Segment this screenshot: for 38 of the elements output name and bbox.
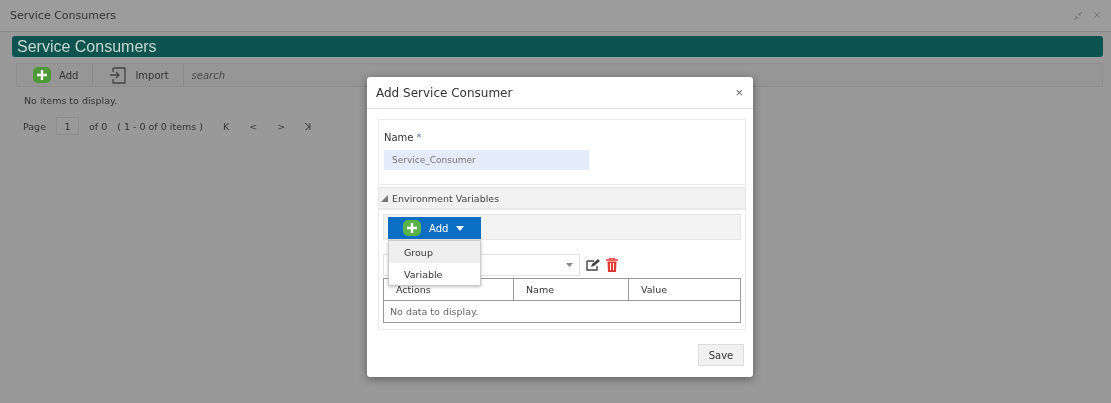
add-dropdown-button[interactable]: Add (388, 217, 481, 239)
dialog-title: Add Service Consumer (376, 85, 513, 100)
column-header: Name (514, 279, 629, 300)
close-button[interactable]: × (735, 85, 743, 100)
collapse-icon[interactable] (1073, 10, 1083, 21)
name-field[interactable]: Service_Consumer (384, 150, 589, 170)
menu-item[interactable]: Variable (389, 263, 480, 285)
import-button[interactable]: Import (93, 64, 184, 86)
close-icon[interactable] (1093, 10, 1101, 19)
first-page-button[interactable]: K (222, 120, 230, 132)
required-mark: * (416, 132, 422, 143)
add-button[interactable]: Add (17, 64, 94, 86)
plus-icon (403, 220, 421, 236)
trash-icon[interactable] (606, 258, 618, 272)
caret-icon (456, 225, 465, 231)
page-field[interactable]: 1 (56, 117, 79, 135)
section-title: Environment Variables (392, 192, 500, 204)
section-header[interactable]: Environment Variables (378, 187, 746, 209)
window-title: Service Consumers (10, 9, 116, 22)
page-title: Service Consumers (17, 37, 157, 56)
field-label: Name (384, 132, 414, 143)
empty-message: No items to display. (24, 95, 119, 106)
caret-icon (566, 263, 573, 267)
search-field[interactable]: search (183, 64, 364, 86)
page-label: Page (23, 120, 46, 132)
menu-item[interactable]: Group (389, 241, 480, 263)
page-count: of 0 (89, 120, 108, 132)
next-page-button[interactable]: > (277, 120, 286, 132)
empty-table-message: No data to display. (389, 305, 480, 319)
import-icon (109, 66, 128, 84)
column-header: Value (640, 283, 669, 297)
save-button[interactable]: Save (698, 344, 744, 366)
previous-page-button[interactable]: < (249, 120, 258, 132)
expanded-triangle-icon (381, 194, 388, 202)
plus-icon (33, 67, 51, 83)
last-page-button[interactable]: ꓘ (305, 120, 312, 132)
edit-icon[interactable] (586, 259, 600, 271)
item-range: ( 1 - 0 of 0 items ) (117, 120, 203, 132)
